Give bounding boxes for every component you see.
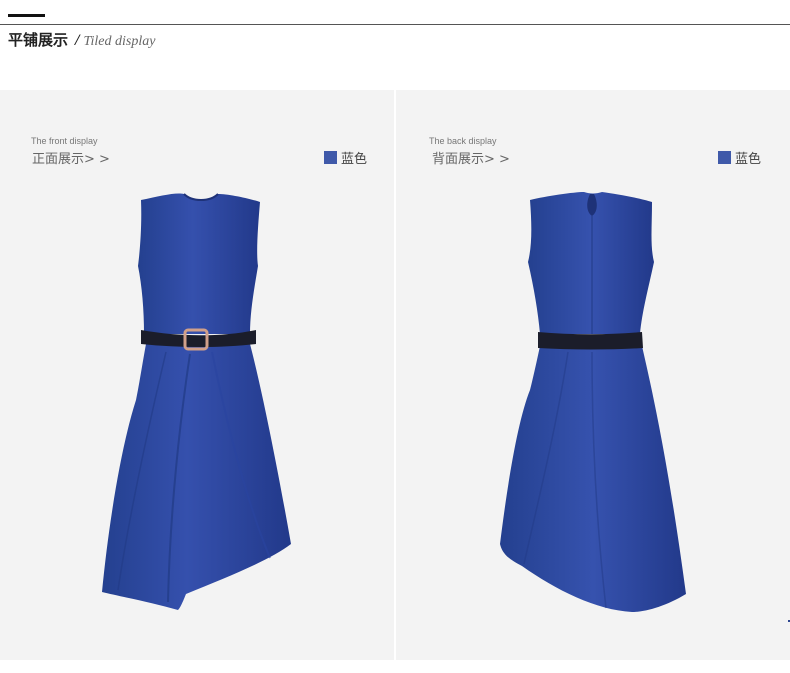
back-dress-belt bbox=[538, 332, 643, 350]
back-display-label-en: The back display bbox=[429, 136, 497, 146]
section-title-slash: / bbox=[75, 32, 80, 49]
front-dress-skirt bbox=[102, 344, 291, 610]
back-color-name: 蓝色 bbox=[735, 152, 762, 167]
front-display-label-cn: 正面展示> > bbox=[32, 152, 110, 167]
back-color-tag: 蓝色 bbox=[718, 148, 761, 167]
section-title-en: Tiled display bbox=[83, 34, 156, 49]
front-color-name: 蓝色 bbox=[341, 152, 368, 167]
front-dress-bodice bbox=[138, 193, 260, 334]
back-color-swatch bbox=[718, 151, 731, 164]
section-title: 平铺展示 / Tiled display bbox=[8, 29, 155, 51]
back-display-panel: The back display 背面展示> > 蓝色 bbox=[396, 90, 790, 660]
section-title-cn: 平铺展示 bbox=[8, 31, 69, 49]
front-display-panel: The front display 正面展示> > 蓝色 bbox=[0, 90, 394, 660]
front-dress-image bbox=[102, 193, 291, 610]
header-accent-bar bbox=[8, 14, 45, 17]
front-display-label-en: The front display bbox=[31, 136, 98, 146]
front-color-swatch bbox=[324, 151, 337, 164]
header-divider bbox=[0, 24, 790, 25]
back-dress-image bbox=[500, 192, 686, 612]
back-dress-skirt bbox=[500, 346, 686, 612]
back-display-label-cn: 背面展示> > bbox=[432, 152, 510, 167]
front-color-tag: 蓝色 bbox=[324, 148, 367, 167]
